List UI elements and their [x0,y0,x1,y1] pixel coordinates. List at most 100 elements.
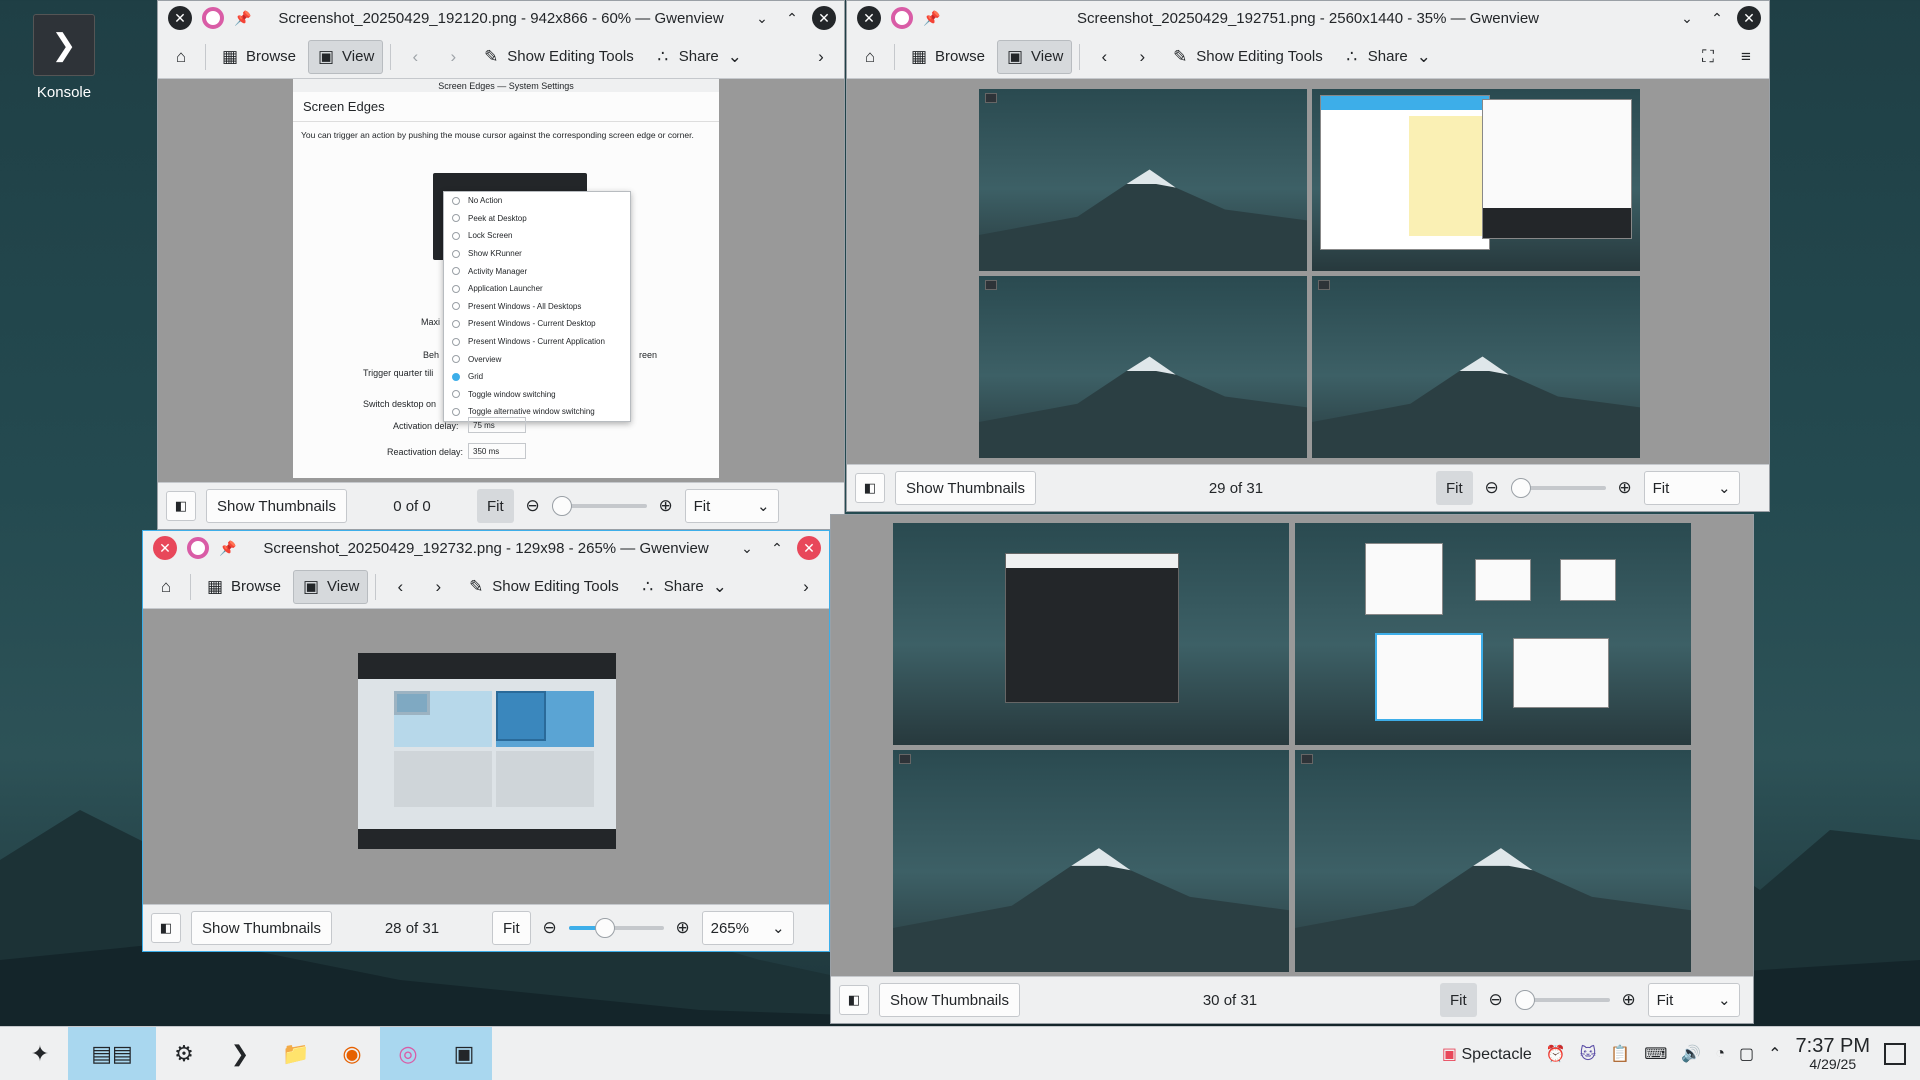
titlebar[interactable]: ✕ 📌 Screenshot_20250429_192732.png - 129… [143,531,829,565]
minimize-icon[interactable]: ⌄ [737,540,757,557]
chevron-right-icon: › [818,46,824,66]
show-editing-tools-button[interactable]: ✎ Show Editing Tools [459,570,626,604]
browse-button[interactable]: ▦ Browse [198,570,289,604]
zoom-out-icon[interactable]: ⊖ [541,918,559,938]
pin-icon[interactable]: 📌 [219,540,236,557]
previous-button[interactable]: ‹ [1087,40,1121,74]
fit-button[interactable]: Fit [1439,983,1477,1017]
zoom-in-icon[interactable]: ⊕ [1616,478,1634,498]
sidebar-toggle-button[interactable]: ◧ [855,473,885,503]
zoom-combo[interactable]: Fit ⌄ [1647,983,1740,1017]
titlebar[interactable]: ✕ 📌 Screenshot_20250429_192120.png - 942… [158,1,844,35]
next-button[interactable]: › [421,570,455,604]
zoom-out-icon[interactable]: ⊖ [1483,478,1501,498]
gwenview-window-2: ✕ 📌 Screenshot_20250429_192751.png - 256… [846,0,1770,512]
display-icon[interactable]: ▢ [1739,1044,1754,1064]
pager[interactable]: ▤▤ [68,1026,156,1080]
app-launcher-button[interactable]: ✦ [12,1027,68,1080]
browse-button[interactable]: ▦ Browse [902,40,993,74]
zoom-in-icon[interactable]: ⊕ [674,918,692,938]
cat-icon[interactable]: 🐱 [1580,1044,1597,1064]
close-icon[interactable]: ✕ [1737,6,1761,30]
zoom-combo[interactable]: 265% ⌄ [701,911,794,945]
show-thumbnails-button[interactable]: Show Thumbnails [879,983,1020,1017]
desktop-icon-konsole[interactable]: ❯ Konsole [30,14,98,101]
fit-button[interactable]: Fit [491,911,531,945]
show-thumbnails-button[interactable]: Show Thumbnails [895,471,1036,505]
taskbar-dolphin[interactable]: 📁 [268,1027,324,1080]
zoom-combo[interactable]: Fit ⌄ [684,489,779,523]
image-canvas[interactable] [143,609,829,904]
hamburger-menu-button[interactable]: ≡ [1729,40,1763,74]
browse-button[interactable]: ▦ Browse [213,40,304,74]
view-button[interactable]: ▣ View [293,569,369,604]
home-button[interactable]: ⌂ [149,570,183,604]
image-canvas[interactable] [831,515,1753,976]
minimize-icon[interactable]: ⌄ [1677,10,1697,27]
taskbar-konsole[interactable]: ❯ [212,1027,268,1080]
close-icon[interactable]: ✕ [857,6,881,30]
more-button[interactable]: › [804,40,838,74]
minimize-icon[interactable]: ⌄ [752,10,772,27]
zoom-in-icon[interactable]: ⊕ [657,496,675,516]
zoom-out-icon[interactable]: ⊖ [524,496,542,516]
image-icon: ▣ [303,576,320,596]
share-button[interactable]: ∴ Share ⌄ [646,40,752,74]
taskbar-gwenview[interactable]: ◎ [380,1026,436,1080]
notifications-icon[interactable]: ⏰ [1546,1044,1566,1064]
view-button[interactable]: ▣ View [308,39,384,74]
show-thumbnails-button[interactable]: Show Thumbnails [206,489,347,523]
zoom-slider[interactable] [1510,478,1606,498]
zoom-out-icon[interactable]: ⊖ [1487,990,1505,1010]
network-icon[interactable]: ◔ [1715,1045,1725,1063]
maximize-icon[interactable]: ⌃ [1707,10,1727,27]
fit-button[interactable]: Fit [476,489,514,523]
grid-icon: ▦ [206,576,224,596]
titlebar[interactable]: ✕ 📌 Screenshot_20250429_192751.png - 256… [847,1,1769,35]
close-icon[interactable]: ✕ [797,536,821,560]
keyboard-icon[interactable]: ⌨ [1644,1044,1667,1064]
home-button[interactable]: ⌂ [164,40,198,74]
sidebar-toggle-button[interactable]: ◧ [151,913,181,943]
sidebar-toggle-button[interactable]: ◧ [839,985,869,1015]
taskbar-firefox[interactable]: ◉ [324,1027,380,1080]
menu-item-label: Present Windows - All Desktops [468,301,582,311]
share-button[interactable]: ∴ Share ⌄ [1335,40,1441,74]
clipboard-icon[interactable]: 📋 [1610,1044,1630,1064]
next-button[interactable]: › [1125,40,1159,74]
zoom-in-icon[interactable]: ⊕ [1620,990,1638,1010]
sidebar-toggle-button[interactable]: ◧ [166,491,196,521]
previous-button[interactable]: ‹ [383,570,417,604]
pin-icon[interactable]: 📌 [923,10,940,27]
zoom-combo[interactable]: Fit ⌄ [1643,471,1740,505]
zoom-slider[interactable] [568,918,664,938]
next-button[interactable]: › [436,40,470,74]
share-button[interactable]: ∴ Share ⌄ [631,570,737,604]
show-desktop-icon[interactable] [1884,1042,1906,1065]
maximize-icon[interactable]: ⌃ [782,10,802,27]
previous-button[interactable]: ‹ [398,40,432,74]
show-editing-tools-button[interactable]: ✎ Show Editing Tools [1163,40,1330,74]
image-canvas[interactable] [847,79,1769,464]
fit-button[interactable]: Fit [1435,471,1473,505]
pin-icon[interactable]: 📌 [234,10,251,27]
image-canvas[interactable]: Screen Edges — System Settings Screen Ed… [158,79,844,482]
digital-clock[interactable]: 7:37 PM 4/29/25 [1796,1035,1870,1072]
close-icon[interactable]: ✕ [812,6,836,30]
zoom-slider[interactable] [551,496,647,516]
show-thumbnails-button[interactable]: Show Thumbnails [191,911,332,945]
maximize-icon[interactable]: ⌃ [767,540,787,557]
volume-icon[interactable]: 🔊 [1681,1044,1701,1064]
spectacle-tray-item[interactable]: ▣ Spectacle [1442,1044,1532,1064]
more-button[interactable]: › [789,570,823,604]
zoom-slider[interactable] [1514,990,1610,1010]
taskbar-system-settings[interactable]: ⚙ [156,1027,212,1080]
taskbar-spectacle[interactable]: ▣ [436,1026,492,1080]
show-editing-tools-button[interactable]: ✎ Show Editing Tools [474,40,641,74]
home-button[interactable]: ⌂ [853,40,887,74]
close-icon[interactable]: ✕ [168,6,192,30]
tray-expand-icon[interactable]: ⌃ [1768,1044,1781,1064]
fullscreen-button[interactable]: ⛶ [1691,40,1725,74]
view-button[interactable]: ▣ View [997,39,1073,74]
close-icon[interactable]: ✕ [153,536,177,560]
